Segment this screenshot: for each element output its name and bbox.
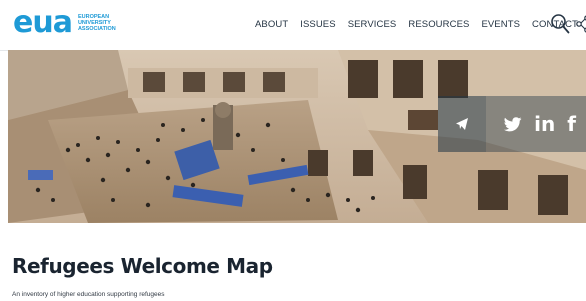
share-icon[interactable] xyxy=(576,15,586,33)
nav-services[interactable]: SERVICES xyxy=(348,19,397,30)
nav-issues[interactable]: ISSUES xyxy=(300,19,335,30)
hero-banner: in f xyxy=(8,50,586,223)
logo-line-3: ASSOCIATION xyxy=(77,26,116,33)
logo-text: EUROPEAN UNIVERSITY ASSOCIATION xyxy=(78,14,116,33)
search-icon[interactable] xyxy=(550,13,570,35)
site-header: eua EUROPEAN UNIVERSITY ASSOCIATION ABOU… xyxy=(0,0,586,51)
telegram-icon xyxy=(456,118,468,130)
facebook-icon[interactable]: f xyxy=(567,112,576,136)
logo-mark: eua xyxy=(13,5,73,40)
eua-logo[interactable]: eua EUROPEAN UNIVERSITY ASSOCIATION xyxy=(13,5,116,40)
twitter-icon[interactable] xyxy=(504,116,522,132)
main-nav: ABOUT ISSUES SERVICES RESOURCES EVENTS C… xyxy=(255,19,578,30)
telegram-share-button[interactable] xyxy=(438,96,486,152)
nav-resources[interactable]: RESOURCES xyxy=(408,19,469,30)
social-share-tile: in f xyxy=(486,96,586,152)
nav-about[interactable]: ABOUT xyxy=(255,19,288,30)
nav-events[interactable]: EVENTS xyxy=(481,19,520,30)
page-subtitle: An inventory of higher education support… xyxy=(12,291,165,298)
page-title: Refugees Welcome Map xyxy=(12,254,273,278)
linkedin-icon[interactable]: in xyxy=(534,112,555,136)
